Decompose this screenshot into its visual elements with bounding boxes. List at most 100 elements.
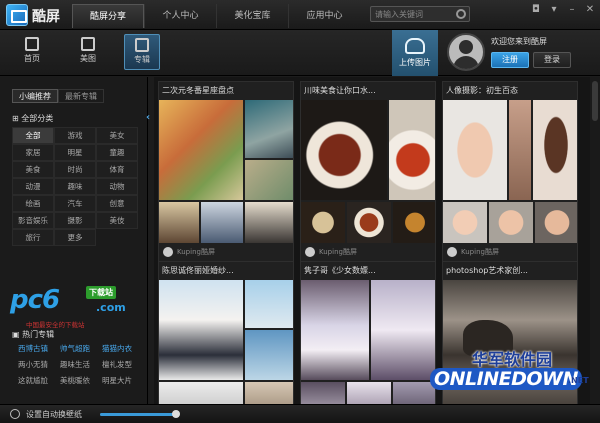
minimize-icon[interactable]: – <box>566 4 578 16</box>
category-item[interactable]: 趣味 <box>54 178 96 195</box>
login-button[interactable]: 登录 <box>533 52 571 68</box>
collapse-sidebar-icon[interactable]: ‹ <box>146 112 154 126</box>
tab-apps[interactable]: 应用中心 <box>288 4 360 28</box>
album-author: Kuping酷屏 <box>159 243 293 261</box>
tab-editor-picks[interactable]: 小编推荐 <box>12 89 58 103</box>
auto-wallpaper-slider[interactable] <box>100 410 180 418</box>
upload-button[interactable]: 上传图片 <box>392 30 438 76</box>
category-item[interactable]: 美食 <box>12 161 54 178</box>
category-item[interactable]: 更多 <box>54 229 96 246</box>
toolbar-images-button[interactable]: 美图 <box>70 34 106 70</box>
category-item[interactable]: 创意 <box>96 195 138 212</box>
category-item[interactable]: 明星 <box>54 144 96 161</box>
hot-album-link[interactable]: 明星大片 <box>96 375 138 386</box>
category-title-text: 全部分类 <box>21 114 54 123</box>
ad-logo: pc6 <box>10 285 60 315</box>
menu-icon[interactable]: ▾ <box>548 4 560 16</box>
album-title: 陈思诚佟丽娅婚纱... <box>162 266 234 275</box>
slider-knob[interactable] <box>172 410 180 418</box>
window-controls: ◘ ▾ – ✕ <box>530 4 596 16</box>
category-item[interactable]: 全部 <box>12 127 54 144</box>
scrollbar-thumb[interactable] <box>592 81 598 121</box>
category-item[interactable]: 动物 <box>96 178 138 195</box>
hot-album-link[interactable]: 猫猫内衣 <box>96 343 138 354</box>
pc6-ad-banner[interactable]: pc6 下载站 .com 中国最安全的下载站 <box>10 281 138 329</box>
album-author: Kuping酷屏 <box>443 243 577 261</box>
category-item[interactable]: 影音娱乐 <box>12 212 54 229</box>
ad-tagline: 中国最安全的下载站 <box>26 321 85 329</box>
watermark-cn: 华军软件园 <box>472 350 553 369</box>
album-title: 川味美食让你口水... <box>304 86 376 95</box>
category-item[interactable]: 童趣 <box>96 144 138 161</box>
hot-album-link[interactable]: 美桃暖依 <box>54 375 96 386</box>
watermark-en: ONLINEDOWN <box>430 368 582 390</box>
auto-wallpaper-label[interactable]: 设置自动换壁纸 <box>26 409 82 420</box>
tab-personal[interactable]: 个人中心 <box>144 4 216 28</box>
toolbar-albums-button[interactable]: 专辑 <box>124 34 160 70</box>
image-icon <box>81 37 95 51</box>
album-thumbnail <box>443 100 577 243</box>
category-item[interactable]: 家居 <box>12 144 54 161</box>
ad-badge: 下载站 <box>86 286 116 299</box>
hot-album-link[interactable]: 这就尴尬 <box>12 375 54 386</box>
album-card[interactable]: 二次元冬番星座盘点 Kuping酷屏 <box>158 81 294 262</box>
cloud-upload-icon <box>405 38 425 54</box>
main-nav: 酷屏分享 个人中心 美化宝库 应用中心 <box>72 4 360 28</box>
album-title: 人像摄影：初生百态 <box>446 86 518 95</box>
album-author: Kuping酷屏 <box>301 243 435 261</box>
category-item[interactable]: 旅行 <box>12 229 54 246</box>
album-card[interactable]: 川味美食让你口水... Kuping酷屏 <box>300 81 436 262</box>
album-card[interactable]: 人像摄影：初生百态 Kuping酷屏 <box>442 81 578 262</box>
upload-label: 上传图片 <box>399 58 431 67</box>
album-thumbnail <box>301 100 435 243</box>
category-item[interactable]: 美女 <box>96 127 138 144</box>
hot-albums-grid: 西博古镇 帅气超跑 猫猫内衣两小无猜 趣味生活 檀礼发型这就尴尬 美桃暖依 明星大片 <box>12 343 140 386</box>
toolbar: 首页 美图 专辑 上传图片 欢迎您来到酷屏 注册 登录 <box>0 30 600 76</box>
hot-album-link[interactable]: 西博古镇 <box>12 343 54 354</box>
status-bar: 设置自动换壁纸 <box>0 404 600 423</box>
home-label: 首页 <box>24 54 40 63</box>
album-thumbnail <box>301 280 435 404</box>
title-bar: 酷屏 酷屏分享 个人中心 美化宝库 应用中心 请输入关键词 ◘ ▾ – ✕ <box>0 0 600 30</box>
list-icon <box>135 38 149 52</box>
app-name: 酷屏 <box>32 9 60 25</box>
images-label: 美图 <box>80 54 96 63</box>
album-card[interactable]: 陈思诚佟丽娅婚纱... <box>158 261 294 404</box>
tab-latest-albums[interactable]: 最新专辑 <box>58 89 104 103</box>
toolbar-home-button[interactable]: 首页 <box>14 34 50 70</box>
category-item[interactable]: 汽车 <box>54 195 96 212</box>
search-icon[interactable] <box>456 9 466 19</box>
avatar[interactable] <box>447 33 485 71</box>
slider-fill <box>100 413 176 416</box>
skin-icon[interactable]: ◘ <box>530 4 542 16</box>
sidebar: 小编推荐 最新专辑 ⊞ 全部分类 全部 游戏 美女家居 明星 童趣美食 时尚 体育动漫 趣味动… <box>0 77 148 404</box>
tab-share[interactable]: 酷屏分享 <box>72 4 144 28</box>
search-input[interactable]: 请输入关键词 <box>370 6 470 22</box>
category-item[interactable]: 绘画 <box>12 195 54 212</box>
category-item[interactable]: 游戏 <box>54 127 96 144</box>
album-title: 隽子哥《少女数嫖... <box>304 266 376 275</box>
register-button[interactable]: 注册 <box>491 52 529 68</box>
category-item[interactable]: 动漫 <box>12 178 54 195</box>
hot-album-link[interactable]: 帅气超跑 <box>54 343 96 354</box>
auto-wallpaper-icon[interactable] <box>10 409 20 419</box>
album-title: 二次元冬番星座盘点 <box>162 86 234 95</box>
tab-beautify[interactable]: 美化宝库 <box>216 4 288 28</box>
category-title: ⊞ 全部分类 <box>12 114 54 123</box>
hot-title-text: 热门专辑 <box>22 330 55 339</box>
watermark-net: .NET <box>568 376 589 385</box>
category-item[interactable]: 美伎 <box>96 212 138 229</box>
album-thumbnail <box>159 280 293 404</box>
category-item[interactable]: 摄影 <box>54 212 96 229</box>
hot-album-link[interactable]: 檀礼发型 <box>96 359 138 370</box>
hot-album-link[interactable]: 趣味生活 <box>54 359 96 370</box>
category-item[interactable]: 体育 <box>96 161 138 178</box>
app-logo-icon <box>6 4 28 26</box>
close-icon[interactable]: ✕ <box>584 4 596 16</box>
search-placeholder: 请输入关键词 <box>375 10 423 19</box>
sidebar-tabs: 小编推荐 最新专辑 <box>12 89 104 103</box>
album-card[interactable]: 隽子哥《少女数嫖... <box>300 261 436 404</box>
hot-album-link[interactable]: 两小无猜 <box>12 359 54 370</box>
category-grid: 全部 游戏 美女家居 明星 童趣美食 时尚 体育动漫 趣味 动物绘画 汽车 创意影音娱乐 摄影 美伎旅行… <box>12 127 138 246</box>
category-item[interactable]: 时尚 <box>54 161 96 178</box>
